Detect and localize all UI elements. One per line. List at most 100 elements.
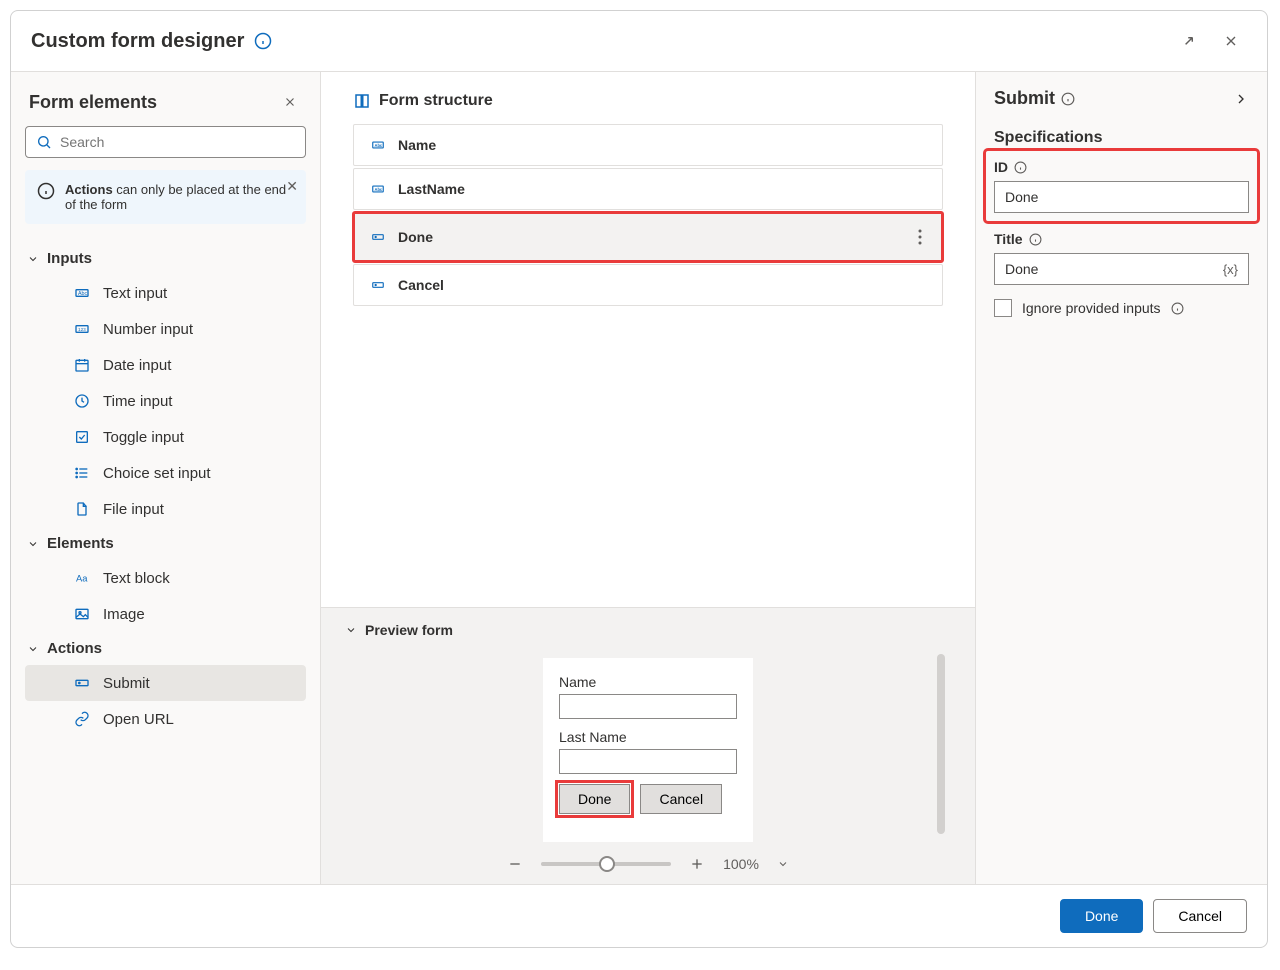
item-text-input[interactable]: AbcText input xyxy=(25,275,306,311)
structure-row-cancel[interactable]: Cancel xyxy=(353,264,943,306)
ignore-label: Ignore provided inputs xyxy=(1022,300,1161,316)
group-inputs[interactable]: Inputs xyxy=(25,242,306,275)
right-panel: Submit Specifications ID Done Title xyxy=(975,72,1267,884)
preview-cancel-button[interactable]: Cancel xyxy=(640,784,722,814)
text-icon: Abc xyxy=(370,182,386,196)
zoom-out-icon[interactable] xyxy=(507,856,523,872)
item-open-url[interactable]: Open URL xyxy=(25,701,306,737)
image-icon xyxy=(73,605,91,623)
info-icon[interactable] xyxy=(254,32,272,50)
cancel-button[interactable]: Cancel xyxy=(1153,899,1247,933)
chevron-right-icon[interactable] xyxy=(1233,91,1249,107)
svg-text:Abc: Abc xyxy=(78,291,88,297)
preview-card: Name Last Name Done Cancel xyxy=(543,658,753,842)
more-icon[interactable] xyxy=(914,225,926,249)
item-date-input[interactable]: Date input xyxy=(25,347,306,383)
svg-text:Abc: Abc xyxy=(375,187,383,192)
maximize-icon[interactable] xyxy=(1173,25,1205,57)
item-time-input[interactable]: Time input xyxy=(25,383,306,419)
submit-icon xyxy=(370,230,386,244)
info-icon[interactable] xyxy=(1061,92,1075,106)
preview-section: Preview form Name Last Name Done Cancel xyxy=(321,607,975,884)
preview-header[interactable]: Preview form xyxy=(345,622,951,638)
link-icon xyxy=(73,710,91,728)
ignore-inputs-row[interactable]: Ignore provided inputs xyxy=(994,299,1249,317)
info-icon[interactable] xyxy=(1029,233,1042,246)
id-input[interactable]: Done xyxy=(994,181,1249,213)
structure-row-lastname[interactable]: Abc LastName xyxy=(353,168,943,210)
preview-input-lastname[interactable] xyxy=(559,749,737,774)
text-icon: Abc xyxy=(370,138,386,152)
chevron-down-icon xyxy=(345,624,357,636)
chevron-down-icon xyxy=(27,253,39,265)
item-choice-set-input[interactable]: Choice set input xyxy=(25,455,306,491)
text-block-icon: Aa xyxy=(73,569,91,587)
submit-icon xyxy=(73,674,91,692)
item-submit[interactable]: Submit xyxy=(25,665,306,701)
preview-label-lastname: Last Name xyxy=(559,729,737,745)
search-icon xyxy=(36,134,52,150)
dialog: Custom form designer Form elements xyxy=(10,10,1268,948)
right-heading: Submit xyxy=(994,88,1055,109)
spec-heading: Specifications xyxy=(994,129,1249,147)
structure-heading: Form structure xyxy=(379,92,493,110)
structure-row-name[interactable]: Abc Name xyxy=(353,124,943,166)
center-panel: Form structure Abc Name Abc LastName Don… xyxy=(321,72,975,884)
dismiss-banner-icon[interactable]: ✕ xyxy=(286,178,298,195)
calendar-icon xyxy=(73,356,91,374)
list-icon xyxy=(73,464,91,482)
titlebar: Custom form designer xyxy=(11,11,1267,71)
search-input[interactable] xyxy=(25,126,306,158)
submit-icon xyxy=(370,278,386,292)
item-toggle-input[interactable]: Toggle input xyxy=(25,419,306,455)
zoom-controls: 100% xyxy=(345,848,951,874)
scrollbar[interactable] xyxy=(937,654,945,834)
chevron-down-icon xyxy=(27,538,39,550)
done-button[interactable]: Done xyxy=(1060,899,1143,933)
info-banner: Actions can only be placed at the end of… xyxy=(25,170,306,224)
info-text: Actions can only be placed at the end of… xyxy=(65,182,294,212)
dialog-title: Custom form designer xyxy=(31,30,244,53)
item-text-block[interactable]: AaText block xyxy=(25,560,306,596)
zoom-slider[interactable] xyxy=(541,862,671,866)
fx-icon[interactable]: {x} xyxy=(1223,262,1238,277)
structure-icon xyxy=(353,92,371,110)
preview-canvas: Name Last Name Done Cancel xyxy=(345,648,951,848)
info-icon xyxy=(37,182,55,212)
id-label: ID xyxy=(994,159,1008,175)
item-file-input[interactable]: File input xyxy=(25,491,306,527)
left-panel: Form elements Actions can only be placed… xyxy=(11,72,321,884)
file-icon xyxy=(73,500,91,518)
svg-text:Aa: Aa xyxy=(76,573,88,583)
preview-input-name[interactable] xyxy=(559,694,737,719)
info-icon[interactable] xyxy=(1014,161,1027,174)
ignore-checkbox[interactable] xyxy=(994,299,1012,317)
close-panel-icon[interactable] xyxy=(278,90,302,114)
title-field-block: Title Done {x} xyxy=(994,231,1249,285)
zoom-value: 100% xyxy=(723,856,759,872)
item-number-input[interactable]: 123Number input xyxy=(25,311,306,347)
svg-text:Abc: Abc xyxy=(375,143,383,148)
id-field-block: ID Done xyxy=(986,151,1257,221)
title-input[interactable]: Done {x} xyxy=(994,253,1249,285)
search-field[interactable] xyxy=(60,134,295,150)
form-structure: Form structure Abc Name Abc LastName Don… xyxy=(321,72,975,607)
text-icon: Abc xyxy=(73,284,91,302)
number-icon: 123 xyxy=(73,320,91,338)
structure-row-done[interactable]: Done xyxy=(353,212,943,262)
left-heading: Form elements xyxy=(29,92,157,113)
preview-done-button[interactable]: Done xyxy=(559,784,630,814)
chevron-down-icon xyxy=(27,643,39,655)
close-icon[interactable] xyxy=(1215,25,1247,57)
item-image[interactable]: Image xyxy=(25,596,306,632)
group-elements[interactable]: Elements xyxy=(25,527,306,560)
zoom-in-icon[interactable] xyxy=(689,856,705,872)
preview-label-name: Name xyxy=(559,674,737,690)
group-actions[interactable]: Actions xyxy=(25,632,306,665)
svg-text:123: 123 xyxy=(78,327,86,332)
chevron-down-icon[interactable] xyxy=(777,858,789,870)
clock-icon xyxy=(73,392,91,410)
info-icon[interactable] xyxy=(1171,302,1184,315)
dialog-footer: Done Cancel xyxy=(11,884,1267,947)
checkbox-icon xyxy=(73,428,91,446)
